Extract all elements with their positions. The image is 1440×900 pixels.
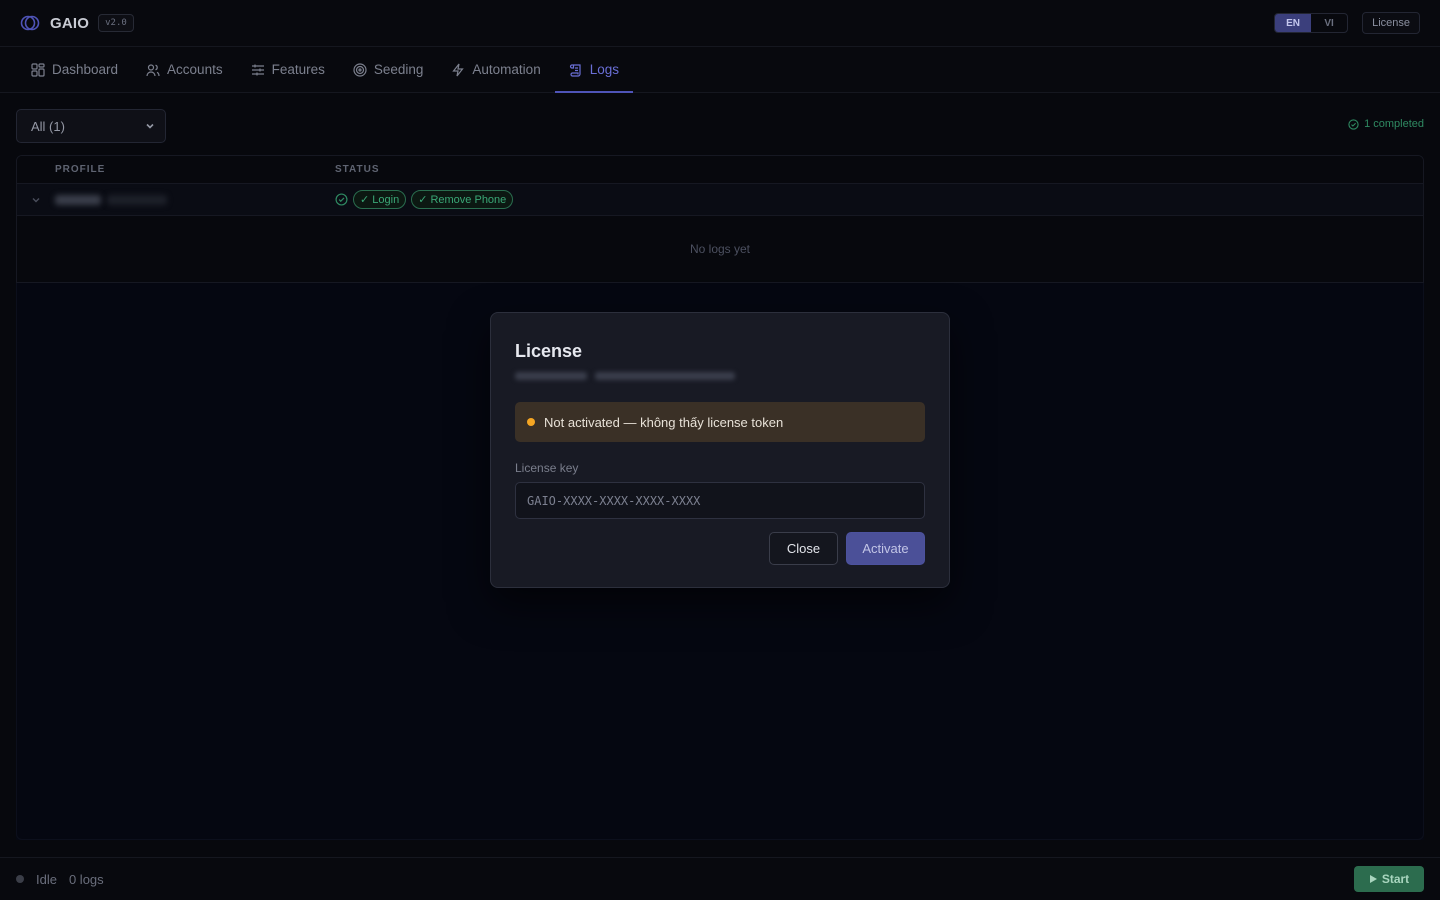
scroll-icon: [569, 63, 581, 77]
warning-dot-icon: [527, 418, 535, 426]
tab-label: Automation: [472, 62, 541, 77]
top-bar: GAIO v2.0 EN VI License: [0, 0, 1440, 47]
status-bar: Idle 0 logs Start: [0, 857, 1440, 900]
log-count: 0 logs: [68, 871, 104, 887]
tab-automation[interactable]: Automation: [437, 47, 554, 92]
column-header-profile: PROFILE: [55, 164, 106, 175]
lang-en-button[interactable]: EN: [1275, 14, 1312, 32]
app-name: GAIO: [50, 14, 90, 32]
tab-logs[interactable]: Logs: [554, 47, 634, 93]
filter-value: All (1): [31, 118, 65, 134]
completed-indicator: 1 completed: [1348, 118, 1424, 130]
tab-features[interactable]: Features: [237, 47, 339, 92]
tab-label: Logs: [589, 62, 619, 77]
grid-icon: [31, 62, 45, 77]
start-button[interactable]: Start: [1354, 866, 1424, 892]
completed-text: 1 completed: [1364, 118, 1424, 130]
activation-status-alert: Not activated — không thấy license token: [515, 402, 925, 442]
dialog-title: License: [515, 341, 583, 361]
check-circle-icon: [335, 193, 348, 206]
table-header: PROFILE STATUS: [17, 156, 1423, 184]
license-key-label: License key: [515, 461, 579, 475]
profile-name-redacted: [55, 193, 335, 207]
empty-logs-message: No logs yet: [17, 216, 1423, 283]
status-cell: ✓ Login ✓ Remove Phone: [335, 190, 514, 209]
status-badge: ✓ Login: [353, 190, 407, 209]
target-icon: [353, 62, 367, 77]
license-dialog: License Not activated — không thấy licen…: [490, 312, 950, 588]
tab-accounts[interactable]: Accounts: [132, 47, 237, 92]
sliders-icon: [251, 64, 264, 75]
tab-label: Accounts: [167, 62, 223, 77]
users-icon: [146, 63, 160, 76]
bolt-icon: [452, 63, 465, 76]
log-filter-select[interactable]: All (1): [16, 109, 166, 143]
logo-icon: [20, 13, 40, 33]
alert-text: Not activated — không thấy license token: [544, 414, 784, 430]
nav-tabs: Dashboard Accounts Features Seeding Auto…: [0, 47, 1440, 93]
start-label: Start: [1381, 872, 1410, 886]
tab-label: Seeding: [373, 62, 424, 77]
status-badge: ✓ Remove Phone: [411, 190, 514, 209]
table-row[interactable]: ✓ Login ✓ Remove Phone: [17, 184, 1423, 216]
license-button[interactable]: License: [1362, 12, 1420, 34]
tab-seeding[interactable]: Seeding: [339, 47, 438, 92]
chevron-down-icon: [146, 123, 154, 129]
play-icon: [1369, 875, 1377, 883]
column-header-status: STATUS: [335, 164, 380, 175]
tab-dashboard[interactable]: Dashboard: [17, 47, 132, 92]
run-status: Idle: [36, 871, 57, 887]
check-circle-icon: [1348, 118, 1359, 130]
chevron-down-icon[interactable]: [17, 195, 55, 205]
version-badge: v2.0: [98, 14, 134, 32]
license-key-input[interactable]: [515, 482, 925, 519]
tab-label: Features: [271, 62, 325, 77]
status-dot-icon: [16, 875, 24, 883]
language-toggle: EN VI: [1274, 13, 1349, 33]
machine-id-redacted: [515, 370, 925, 382]
activate-button[interactable]: Activate: [846, 532, 925, 565]
tab-label: Dashboard: [52, 62, 119, 77]
lang-vi-button[interactable]: VI: [1311, 14, 1347, 32]
close-button[interactable]: Close: [769, 532, 838, 565]
